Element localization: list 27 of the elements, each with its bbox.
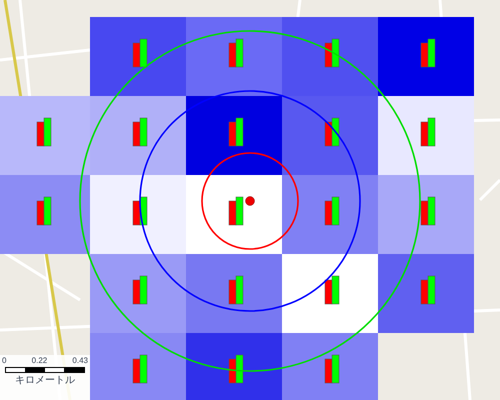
- bar-chart-icon: [132, 276, 148, 304]
- bar-chart-icon: [324, 38, 340, 68]
- scale-tick-label: 0: [2, 357, 6, 365]
- bar-chart-icon: [324, 276, 340, 304]
- bar-chart-icon: [132, 118, 148, 146]
- bar-chart-icon: [228, 354, 244, 384]
- bar-chart-icon: [132, 354, 148, 384]
- bar-chart-icon: [420, 196, 436, 226]
- bar-chart-icon: [420, 38, 436, 68]
- scale-tick-label: 0.22: [32, 357, 48, 365]
- bar-chart-icon: [324, 118, 340, 146]
- bar-chart-icon: [228, 118, 244, 146]
- center-point-marker: [245, 196, 255, 206]
- scale-unit-label: キロメートル: [14, 376, 76, 386]
- bar-chart-icon: [228, 196, 244, 226]
- bar-chart-icon: [228, 38, 244, 68]
- bar-chart-icon: [36, 196, 52, 226]
- scale-tick-label: 0.43: [72, 357, 88, 365]
- scale-bar-icon: [5, 367, 85, 373]
- bar-chart-icon: [36, 118, 52, 146]
- bar-chart-icon: [420, 118, 436, 146]
- bar-chart-icon: [324, 196, 340, 226]
- bar-chart-icon: [420, 276, 436, 304]
- bar-chart-icon: [228, 276, 244, 304]
- bar-chart-icon: [324, 354, 340, 384]
- bar-chart-icon: [132, 38, 148, 68]
- bar-chart-icon: [132, 196, 148, 226]
